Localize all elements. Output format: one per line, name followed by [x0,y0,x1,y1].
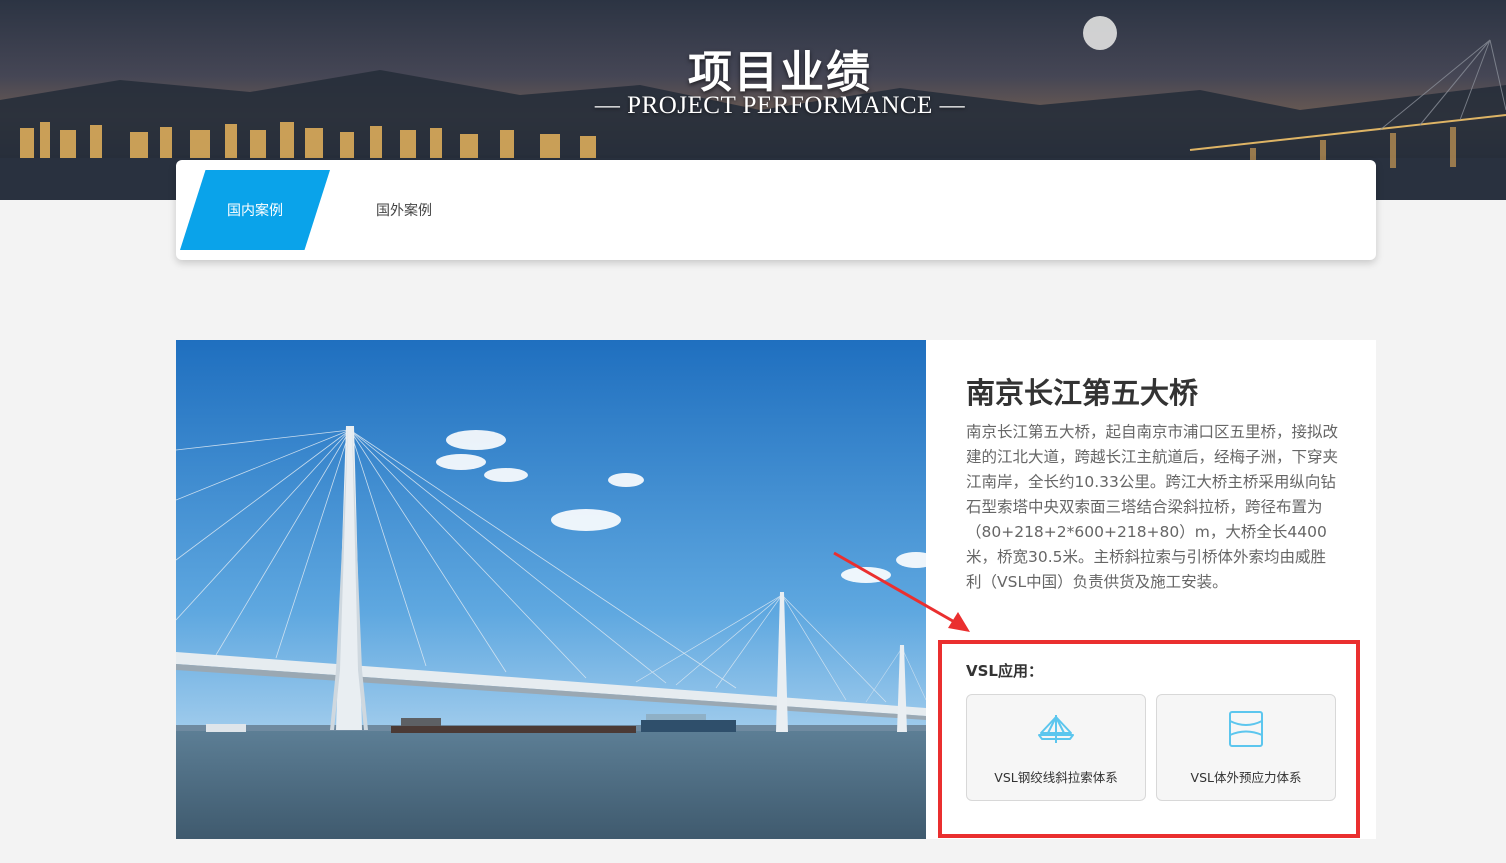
tab-domestic-cases[interactable]: 国内案例 [180,170,330,250]
vsl-application-label: VSL应用： [966,662,1043,680]
external-prestress-icon [1229,711,1263,747]
case-tabs: 国内案例 国外案例 [176,160,1376,260]
vsl-external-prestress-label: VSL体外预应力体系 [1190,770,1302,785]
vsl-external-prestress-card[interactable]: VSL体外预应力体系 [1156,694,1336,801]
vsl-cable-stayed-card[interactable]: VSL钢绞线斜拉索体系 [966,694,1146,801]
project-photo [176,340,926,839]
page-title: 项目业绩 [688,47,872,98]
tab-overseas-cases[interactable]: 国外案例 [336,170,472,250]
vsl-cable-stayed-label: VSL钢绞线斜拉索体系 [994,770,1118,785]
bridge-photo-illustration [176,340,926,839]
page-subtitle: — PROJECT PERFORMANCE — [594,92,966,119]
cable-stayed-icon [1038,715,1074,743]
project-title: 南京长江第五大桥 [966,376,1199,410]
project-description: 南京长江第五大桥，起自南京市浦口区五里桥，接拟改建的江北大道，跨越长江主航道后，… [966,423,1339,591]
